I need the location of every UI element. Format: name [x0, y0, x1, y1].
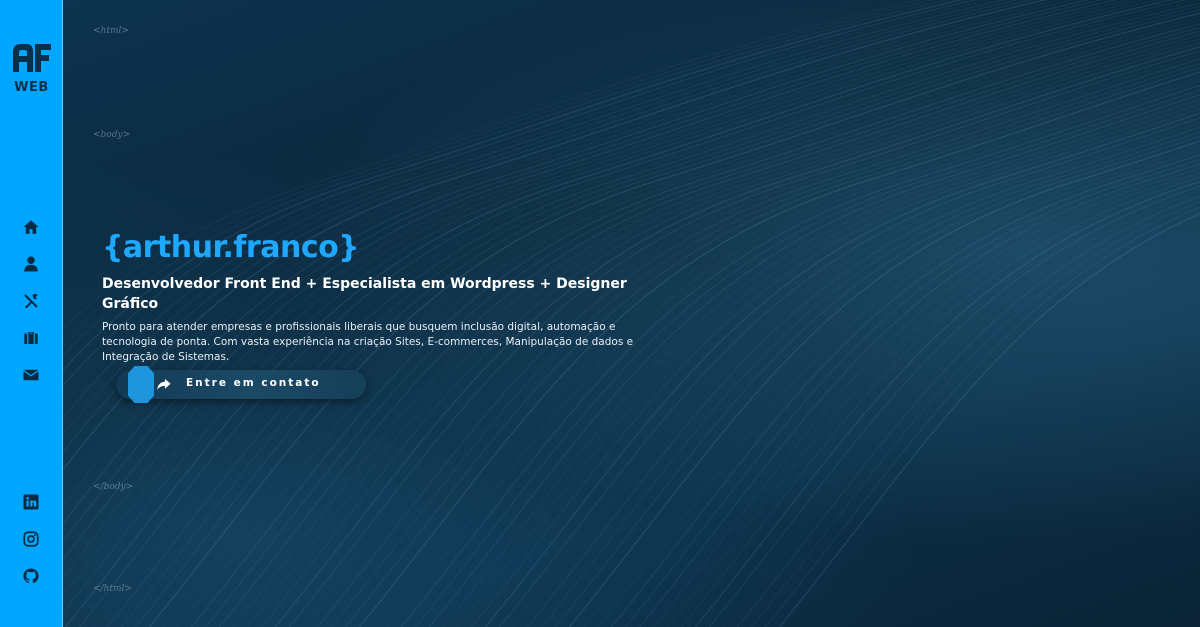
hero-description: Pronto para atender empresas e profissio…	[102, 321, 634, 363]
code-tag-body-open: <body>	[93, 130, 131, 140]
social-links	[0, 483, 63, 594]
tools-icon	[24, 293, 38, 309]
contact-button[interactable]: Entre em contato	[116, 366, 366, 403]
github-link[interactable]	[0, 557, 63, 594]
code-tag-body-close: </body>	[93, 482, 134, 492]
nav-home[interactable]	[0, 208, 63, 245]
home-icon	[23, 220, 39, 234]
nav-contact[interactable]	[0, 356, 63, 393]
contact-button-label: Entre em contato	[186, 377, 321, 389]
sidebar: WEB	[0, 0, 63, 627]
hero-content: {arthur.franco} Desenvolvedor Front End …	[102, 230, 682, 365]
hero-name: {arthur.franco}	[102, 230, 360, 265]
nav-about[interactable]	[0, 245, 63, 282]
logo[interactable]: WEB	[0, 42, 63, 95]
hexagon-accent	[128, 366, 154, 403]
github-icon	[23, 568, 39, 584]
envelope-icon	[23, 369, 39, 381]
briefcase-icon	[24, 332, 38, 344]
user-icon	[24, 256, 38, 272]
nav-portfolio[interactable]	[0, 319, 63, 356]
af-logo-mark	[12, 44, 51, 72]
instagram-icon	[23, 531, 39, 547]
logo-text: WEB	[14, 80, 49, 95]
share-arrow-icon	[157, 378, 171, 391]
linkedin-link[interactable]	[0, 483, 63, 520]
hero-role: Desenvolvedor Front End + Especialista e…	[102, 276, 627, 312]
instagram-link[interactable]	[0, 520, 63, 557]
code-tag-html-open: <html>	[93, 26, 129, 36]
nav-skills[interactable]	[0, 282, 63, 319]
code-tag-html-close: </html>	[93, 584, 132, 594]
main-nav	[0, 208, 63, 393]
linkedin-icon	[23, 494, 39, 510]
